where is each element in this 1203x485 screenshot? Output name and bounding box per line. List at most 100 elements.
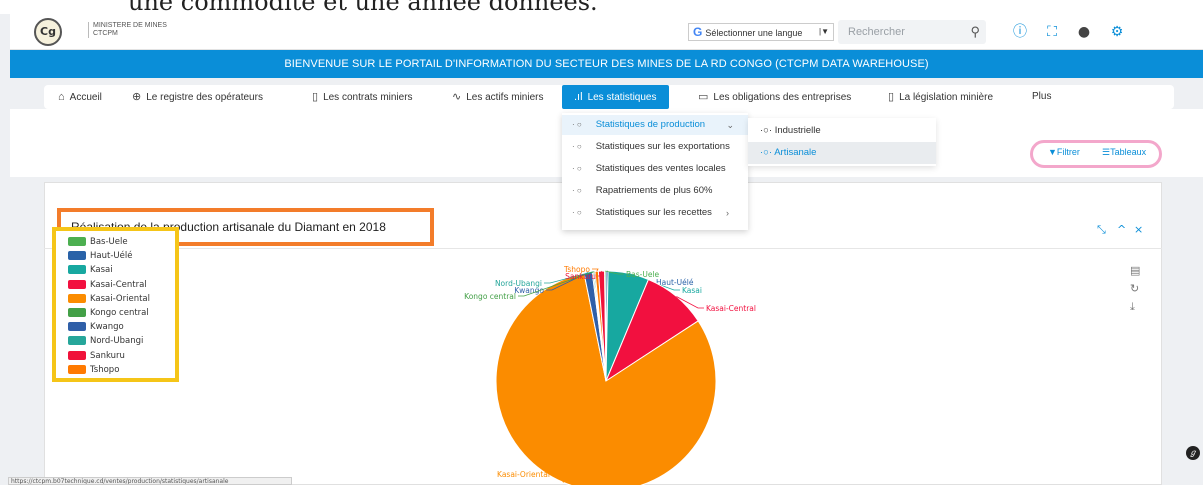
- legend-swatch: [68, 293, 86, 303]
- nav-registre-label: Le registre des opérateurs: [146, 92, 263, 103]
- legend-item[interactable]: Bas-Uele: [68, 237, 128, 248]
- legend-swatch: [68, 308, 86, 317]
- nav-statistiques[interactable]: .ıl Les statistiques: [562, 85, 669, 109]
- dropdown-item-label: Statistiques sur les exportations: [595, 141, 730, 152]
- main-nav: ⌂ Accueil ⊕ Le registre des opérateurs ▯ Le…: [44, 85, 1174, 109]
- nav-plus-label: Plus: [1032, 91, 1052, 102]
- data-label: Kasai-Oriental: [497, 470, 550, 479]
- document-icon: ▯: [888, 91, 895, 103]
- org-name: MINISTERE DE MINES CTCPM: [88, 22, 167, 38]
- legend-swatch: [68, 322, 86, 332]
- dropdown-item-label: Rapatriements de plus 60%: [595, 185, 713, 196]
- legend-item[interactable]: Kasai-Central: [68, 279, 147, 291]
- chevron-down-icon: ⌄: [726, 120, 734, 130]
- org-name-line2: CTCPM: [93, 30, 118, 37]
- legend-item[interactable]: Tshopo: [68, 364, 120, 376]
- dropdown-item-production[interactable]: · ○ Statistiques de production ⌄: [562, 115, 748, 135]
- dropdown-item-rapatriements[interactable]: · ○ Rapatriements de plus 60%: [562, 181, 748, 201]
- language-selector[interactable]: G Sélectionner une langue |▼: [688, 23, 834, 41]
- production-submenu: ·○· Industrielle ·○· Artisanale: [748, 118, 936, 166]
- data-label: Kasai-Central: [706, 304, 756, 313]
- legend-label: Kasai: [90, 265, 113, 276]
- legend-item[interactable]: Kongo central: [68, 308, 149, 319]
- legend-item[interactable]: Kasai-Oriental: [68, 293, 151, 305]
- home-icon: ⌂: [58, 91, 65, 103]
- nav-actifs-label: Les actifs miniers: [466, 92, 544, 103]
- legend-item[interactable]: Nord-Ubangi: [68, 336, 143, 347]
- nav-registre[interactable]: ⊕ Le registre des opérateurs: [132, 85, 263, 109]
- close-icon[interactable]: ×: [1134, 223, 1143, 236]
- legend-swatch: [68, 279, 86, 289]
- ministry-logo[interactable]: Cg: [34, 18, 62, 46]
- data-label: Nord-Ubangi: [495, 279, 542, 288]
- chevron-up-icon[interactable]: ^: [1117, 223, 1126, 236]
- legend-label: Tshopo: [90, 364, 120, 375]
- dropdown-item-ventes[interactable]: · ○ Statistiques des ventes locales: [562, 159, 748, 179]
- search-placeholder: Rechercher: [848, 26, 905, 38]
- gear-icon[interactable]: ⚙: [1107, 22, 1127, 42]
- legend-label: Haut-Uélé: [90, 251, 133, 262]
- document-text-fragment: une commodité et une année données.: [128, 0, 598, 14]
- document-background: une commodité et une année données.: [0, 0, 1203, 14]
- globe-icon: ⊕: [132, 91, 142, 103]
- nav-accueil[interactable]: ⌂ Accueil: [58, 85, 102, 109]
- org-name-line1: MINISTERE DE MINES: [93, 22, 167, 29]
- legend-item[interactable]: Kwango: [68, 322, 124, 333]
- tables-button[interactable]: ☰Tableaux: [1102, 147, 1146, 158]
- chart-legend: Bas-Uele Haut-Uélé Kasai Kasai-Central Kasai…: [52, 227, 179, 382]
- legend-label: Bas-Uele: [90, 237, 128, 247]
- data-label: Bas-Uele: [626, 270, 660, 279]
- chevron-right-icon: ›: [726, 208, 729, 218]
- legend-swatch: [68, 237, 86, 246]
- top-header: Cg MINISTERE DE MINES CTCPM G Sélectionne…: [10, 14, 1203, 50]
- legend-item[interactable]: Kasai: [68, 265, 113, 276]
- nav-plus[interactable]: Plus: [1032, 85, 1051, 109]
- filter-icon: ▼: [1048, 147, 1057, 157]
- bar-chart-icon: .ıl: [574, 91, 583, 103]
- nav-contrats-label: Les contrats miniers: [323, 92, 413, 103]
- data-label: Sankuru: [565, 272, 596, 281]
- submenu-item-artisanale[interactable]: ·○· Artisanale: [748, 142, 936, 164]
- nav-obligations[interactable]: ▭ Les obligations des entreprises: [698, 85, 851, 109]
- nav-actifs[interactable]: ∿ Les actifs miniers: [452, 85, 543, 109]
- dropdown-item-recettes[interactable]: · ○ Statistiques sur les recettes ›: [562, 203, 748, 223]
- legend-swatch: [68, 265, 86, 275]
- chevron-down-icon: |▼: [819, 27, 829, 36]
- nav-legislation[interactable]: ▯ La législation minière: [888, 85, 993, 109]
- legend-item[interactable]: Sankuru: [68, 350, 125, 362]
- filter-label: Filtrer: [1056, 147, 1080, 157]
- list-icon: ☰: [1102, 147, 1111, 157]
- dropdown-item-exportations[interactable]: · ○ Statistiques sur les exportations: [562, 137, 748, 157]
- search-icon[interactable]: ⚲: [970, 20, 980, 44]
- activity-icon: ∿: [452, 91, 462, 103]
- document-icon: ▯: [312, 91, 319, 103]
- legend-label: Kongo central: [90, 308, 149, 318]
- nav-obligations-label: Les obligations des entreprises: [713, 92, 852, 103]
- legend-swatch: [68, 364, 86, 374]
- dropdown-item-label: Statistiques sur les recettes: [595, 207, 712, 218]
- tables-label: Tableaux: [1110, 147, 1147, 157]
- data-label: Kasai: [682, 286, 702, 295]
- user-account-icon[interactable]: ●: [1074, 22, 1094, 42]
- nav-contrats[interactable]: ▯ Les contrats miniers: [312, 85, 413, 109]
- legend-label: Kasai-Oriental: [90, 293, 151, 304]
- filter-button[interactable]: ▼Filtrer: [1048, 147, 1080, 157]
- submenu-item-label: Industrielle: [774, 125, 821, 136]
- legend-swatch: [68, 336, 86, 346]
- fullscreen-icon[interactable]: ⛶: [1042, 22, 1062, 42]
- search-input[interactable]: Rechercher ⚲: [838, 20, 986, 44]
- nav-legislation-label: La législation minière: [899, 92, 994, 103]
- collapse-arrows-icon[interactable]: ⤡: [1097, 223, 1106, 237]
- legend-label: Nord-Ubangi: [90, 336, 144, 347]
- submenu-item-industrielle[interactable]: ·○· Industrielle: [748, 120, 936, 142]
- help-icon[interactable]: ⓘ: [1010, 22, 1030, 42]
- pie-chart: Haut-UéléKasaiKasai-CentralKasai-Orienta…: [464, 265, 756, 485]
- legend-swatch: [68, 350, 86, 360]
- status-url: https://ctcpm.b07technique.cd/ventes/pro…: [8, 477, 292, 485]
- data-label: Kongo central: [464, 292, 516, 301]
- nav-statistiques-label: Les statistiques: [587, 92, 657, 103]
- dropdown-item-label: Statistiques de production: [595, 119, 706, 130]
- table-icon: ▭: [698, 91, 709, 103]
- welcome-banner: BIENVENUE SUR LE PORTAIL D'INFORMATION D…: [10, 50, 1203, 78]
- legend-item[interactable]: Haut-Uélé: [68, 251, 132, 262]
